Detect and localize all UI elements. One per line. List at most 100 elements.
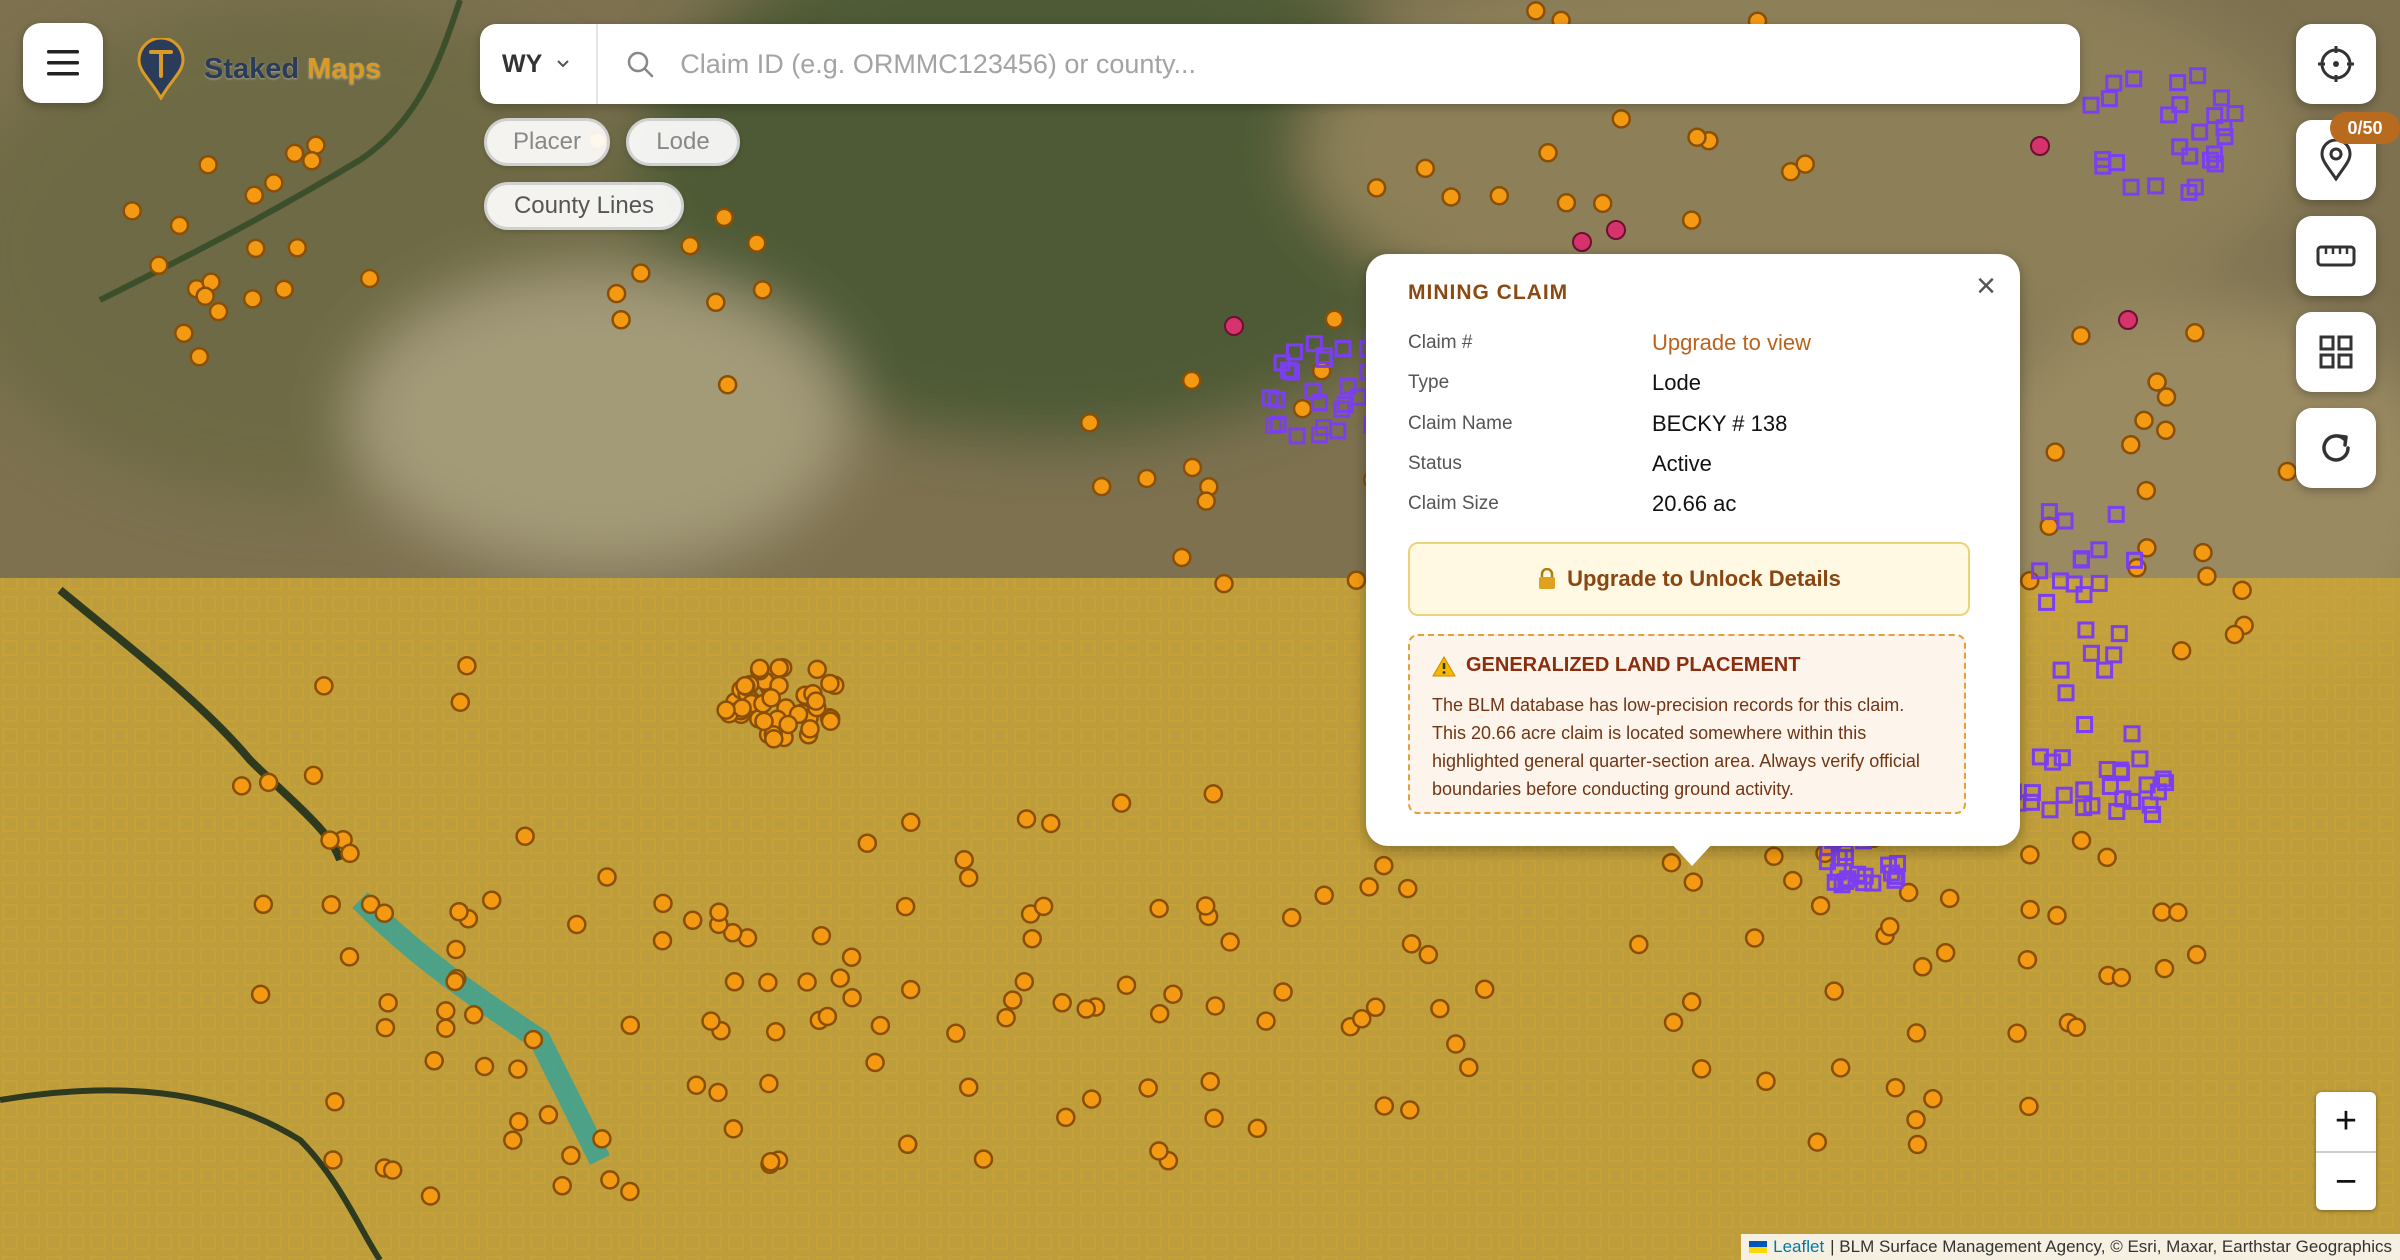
claim-marker[interactable] xyxy=(325,1092,345,1112)
claim-marker[interactable] xyxy=(538,1105,559,1125)
claim-marker[interactable] xyxy=(895,896,916,917)
claim-marker[interactable] xyxy=(778,714,798,735)
claim-marker[interactable] xyxy=(320,830,340,850)
claim-marker[interactable] xyxy=(620,1181,640,1202)
claim-marker[interactable] xyxy=(1204,1108,1224,1128)
claim-marker[interactable] xyxy=(1400,1100,1420,1120)
claim-marker[interactable] xyxy=(174,323,194,343)
claim-marker[interactable] xyxy=(323,1150,343,1170)
claim-marker[interactable] xyxy=(1181,370,1202,391)
claim-marker[interactable] xyxy=(1172,547,1192,568)
claim-marker[interactable] xyxy=(597,867,617,887)
claim-marker[interactable] xyxy=(552,1176,572,1196)
claim-marker[interactable] xyxy=(1137,468,1157,489)
claim-marker[interactable] xyxy=(996,1007,1016,1028)
claim-marker[interactable] xyxy=(1764,846,1784,867)
claim-marker[interactable] xyxy=(169,215,190,236)
claim-marker[interactable] xyxy=(2020,899,2040,920)
claim-marker[interactable] xyxy=(830,968,850,988)
claim-marker[interactable] xyxy=(2045,442,2065,462)
claim-marker[interactable] xyxy=(359,268,380,289)
filter-lode-chip[interactable]: Lode xyxy=(626,118,740,166)
claim-marker[interactable] xyxy=(1182,457,1203,478)
claim-marker[interactable] xyxy=(340,843,360,864)
claim-marker[interactable] xyxy=(509,1111,529,1132)
claim-marker[interactable] xyxy=(1374,1096,1395,1116)
claim-marker[interactable] xyxy=(1459,1057,1479,1078)
claim-marker[interactable] xyxy=(600,1170,620,1190)
claim-marker[interactable] xyxy=(746,233,767,253)
claim-marker[interactable] xyxy=(382,1160,403,1180)
claim-marker[interactable] xyxy=(503,1130,523,1150)
claim-marker[interactable] xyxy=(1366,178,1387,198)
claim-marker[interactable] xyxy=(735,675,755,696)
claim-marker[interactable] xyxy=(1273,982,1293,1002)
claim-marker[interactable] xyxy=(1880,917,1900,937)
claim-marker[interactable] xyxy=(732,698,752,718)
claim-marker[interactable] xyxy=(761,688,781,708)
claim-marker[interactable] xyxy=(1163,984,1183,1004)
claim-marker[interactable] xyxy=(149,255,169,276)
claim-marker[interactable] xyxy=(1247,1118,1268,1139)
claim-marker[interactable] xyxy=(1681,992,1702,1012)
claim-marker[interactable] xyxy=(653,893,673,914)
claim-marker[interactable] xyxy=(1538,143,1558,163)
claim-marker[interactable] xyxy=(378,993,398,1013)
claim-marker[interactable] xyxy=(1807,1132,1828,1152)
claim-marker[interactable] xyxy=(2019,1096,2039,1117)
claim-marker[interactable] xyxy=(841,947,862,967)
zoom-out-button[interactable]: − xyxy=(2316,1151,2376,1210)
claim-marker[interactable] xyxy=(592,1129,612,1149)
claim-marker[interactable] xyxy=(1205,996,1226,1016)
popup-close-button[interactable]: × xyxy=(1968,268,2004,304)
locate-button[interactable] xyxy=(2296,24,2376,104)
claim-marker[interactable] xyxy=(1744,928,1765,948)
claim-marker[interactable] xyxy=(1401,934,1422,954)
claim-marker[interactable] xyxy=(764,729,784,749)
claim-marker[interactable] xyxy=(1281,907,1302,928)
claim-marker[interactable] xyxy=(806,691,826,711)
claim-marker[interactable] xyxy=(258,772,279,793)
claim-marker[interactable] xyxy=(709,902,729,922)
claim-marker[interactable] xyxy=(716,700,736,720)
claim-marker[interactable] xyxy=(321,894,342,915)
leaflet-link[interactable]: Leaflet xyxy=(1773,1237,1824,1257)
map-canvas[interactable] xyxy=(0,0,2400,1260)
claim-marker[interactable] xyxy=(611,310,631,330)
claim-marker[interactable] xyxy=(1526,1,1546,21)
claim-marker[interactable] xyxy=(523,1029,544,1050)
claim-marker[interactable] xyxy=(958,1077,979,1097)
claim-marker[interactable] xyxy=(1629,934,1649,955)
county-lines-toggle[interactable]: County Lines xyxy=(484,182,684,230)
claim-marker[interactable] xyxy=(758,972,778,993)
claim-marker[interactable] xyxy=(1002,990,1023,1010)
claim-marker[interactable] xyxy=(2154,958,2175,979)
layers-button[interactable] xyxy=(2296,312,2376,392)
claim-marker[interactable] xyxy=(244,185,264,206)
claim-marker[interactable] xyxy=(1683,872,1704,892)
claim-marker[interactable] xyxy=(449,901,469,922)
claim-marker[interactable] xyxy=(1359,877,1379,897)
claim-marker[interactable] xyxy=(1076,999,1096,1019)
claim-marker[interactable] xyxy=(1314,885,1334,906)
claim-marker[interactable] xyxy=(750,658,770,679)
claim-marker[interactable] xyxy=(464,1004,484,1025)
upgrade-unlock-button[interactable]: Upgrade to Unlock Details xyxy=(1408,542,1970,616)
claim-marker[interactable] xyxy=(1592,193,1613,214)
claim-marker[interactable] xyxy=(474,1056,495,1077)
claim-marker[interactable] xyxy=(1324,309,1345,329)
claim-marker[interactable] xyxy=(274,279,294,300)
claim-marker[interactable] xyxy=(198,154,218,175)
claim-marker[interactable] xyxy=(1311,360,1332,381)
claim-marker[interactable] xyxy=(1195,896,1216,916)
claim-marker[interactable] xyxy=(1810,895,1831,916)
claim-marker[interactable] xyxy=(2121,434,2141,455)
claim-marker[interactable] xyxy=(1016,809,1037,829)
claim-marker[interactable] xyxy=(1906,1023,1927,1043)
claim-marker[interactable] xyxy=(1795,154,1815,174)
claim-marker[interactable] xyxy=(811,925,832,946)
claim-marker[interactable] xyxy=(1111,793,1132,813)
claim-marker[interactable] xyxy=(973,1149,994,1169)
claim-marker[interactable] xyxy=(606,283,627,304)
claim-marker[interactable] xyxy=(450,692,471,712)
